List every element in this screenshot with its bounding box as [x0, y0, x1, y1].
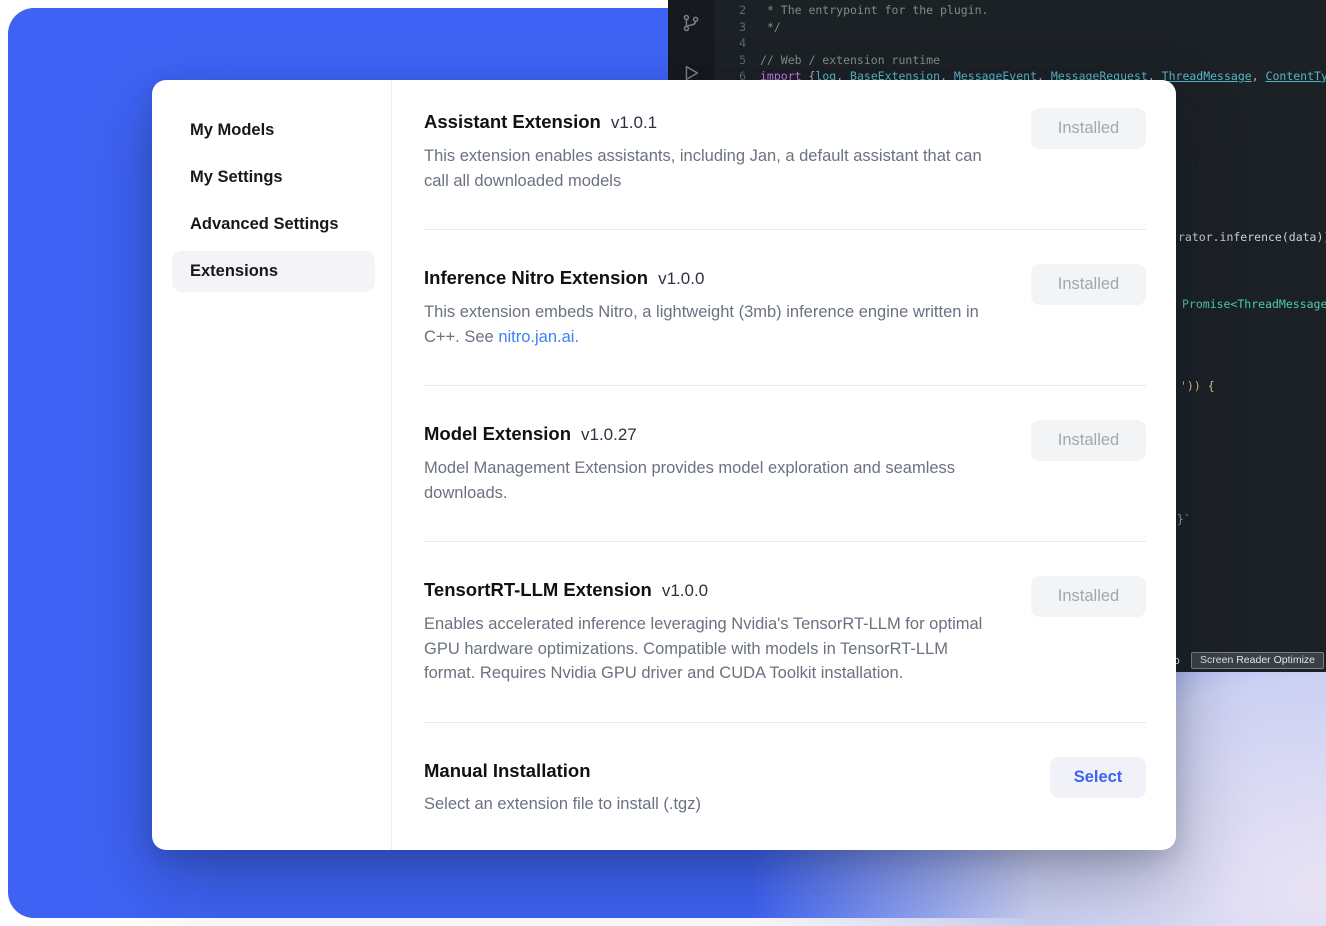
- installed-button[interactable]: Installed: [1031, 576, 1146, 617]
- screen-reader-chip[interactable]: Screen Reader Optimize: [1191, 652, 1324, 669]
- code-line: 2 * The entrypoint for the plugin.: [714, 2, 1326, 19]
- manual-installation-description: Select an extension file to install (.tg…: [424, 792, 701, 817]
- extension-description: This extension embeds Nitro, a lightweig…: [424, 300, 1002, 349]
- settings-modal: My Models My Settings Advanced Settings …: [152, 80, 1176, 850]
- extension-row-tensorrt-llm: TensortRT-LLM Extension v1.0.0 Enables ac…: [424, 542, 1146, 723]
- manual-installation-row: Manual Installation Select an extension …: [424, 723, 1146, 851]
- extension-version: v1.0.0: [662, 581, 708, 600]
- extension-title: Model Extension v1.0.27: [424, 422, 1002, 446]
- extension-row-assistant: Assistant Extension v1.0.1 This extension…: [424, 80, 1146, 230]
- extension-row-model: Model Extension v1.0.27 Model Management …: [424, 386, 1146, 542]
- extension-description: This extension enables assistants, inclu…: [424, 144, 1002, 193]
- installed-button[interactable]: Installed: [1031, 264, 1146, 305]
- extension-title: Inference Nitro Extension v1.0.0: [424, 266, 1002, 290]
- sidebar-item-extensions[interactable]: Extensions: [172, 251, 375, 292]
- sidebar-item-my-settings[interactable]: My Settings: [172, 157, 375, 198]
- extension-description: Enables accelerated inference leveraging…: [424, 612, 1002, 686]
- extension-name: Model Extension: [424, 423, 571, 444]
- git-branch-icon[interactable]: [680, 12, 702, 34]
- select-file-button[interactable]: Select: [1050, 757, 1146, 798]
- extension-description: Model Management Extension provides mode…: [424, 456, 1002, 505]
- extension-name: TensortRT-LLM Extension: [424, 579, 652, 600]
- sidebar-item-my-models[interactable]: My Models: [172, 110, 375, 151]
- extension-title: TensortRT-LLM Extension v1.0.0: [424, 578, 1002, 602]
- settings-sidebar: My Models My Settings Advanced Settings …: [152, 80, 392, 850]
- extension-name: Inference Nitro Extension: [424, 267, 648, 288]
- code-line: 5// Web / extension runtime: [714, 52, 1326, 69]
- installed-button[interactable]: Installed: [1031, 420, 1146, 461]
- extension-name: Assistant Extension: [424, 111, 601, 132]
- extension-version: v1.0.1: [611, 113, 657, 132]
- extension-title: Assistant Extension v1.0.1: [424, 110, 1002, 134]
- code-fragment: Promise<ThreadMessage>: [1182, 297, 1326, 311]
- code-lines: 2 * The entrypoint for the plugin.3 */45…: [714, 2, 1326, 85]
- sidebar-item-advanced-settings[interactable]: Advanced Settings: [172, 204, 375, 245]
- extensions-list: Assistant Extension v1.0.1 This extension…: [392, 80, 1176, 850]
- manual-installation-title: Manual Installation: [424, 759, 701, 782]
- code-fragment: ')) {: [1180, 379, 1215, 393]
- code-fragment: rator.inference(data));: [1178, 230, 1326, 244]
- extension-version: v1.0.27: [581, 425, 637, 444]
- code-line: 4: [714, 35, 1326, 52]
- extension-row-inference-nitro: Inference Nitro Extension v1.0.0 This ext…: [424, 230, 1146, 386]
- nitro-jan-ai-link[interactable]: nitro.jan.ai.: [498, 328, 579, 346]
- installed-button[interactable]: Installed: [1031, 108, 1146, 149]
- extension-version: v1.0.0: [658, 269, 704, 288]
- code-line: 3 */: [714, 19, 1326, 36]
